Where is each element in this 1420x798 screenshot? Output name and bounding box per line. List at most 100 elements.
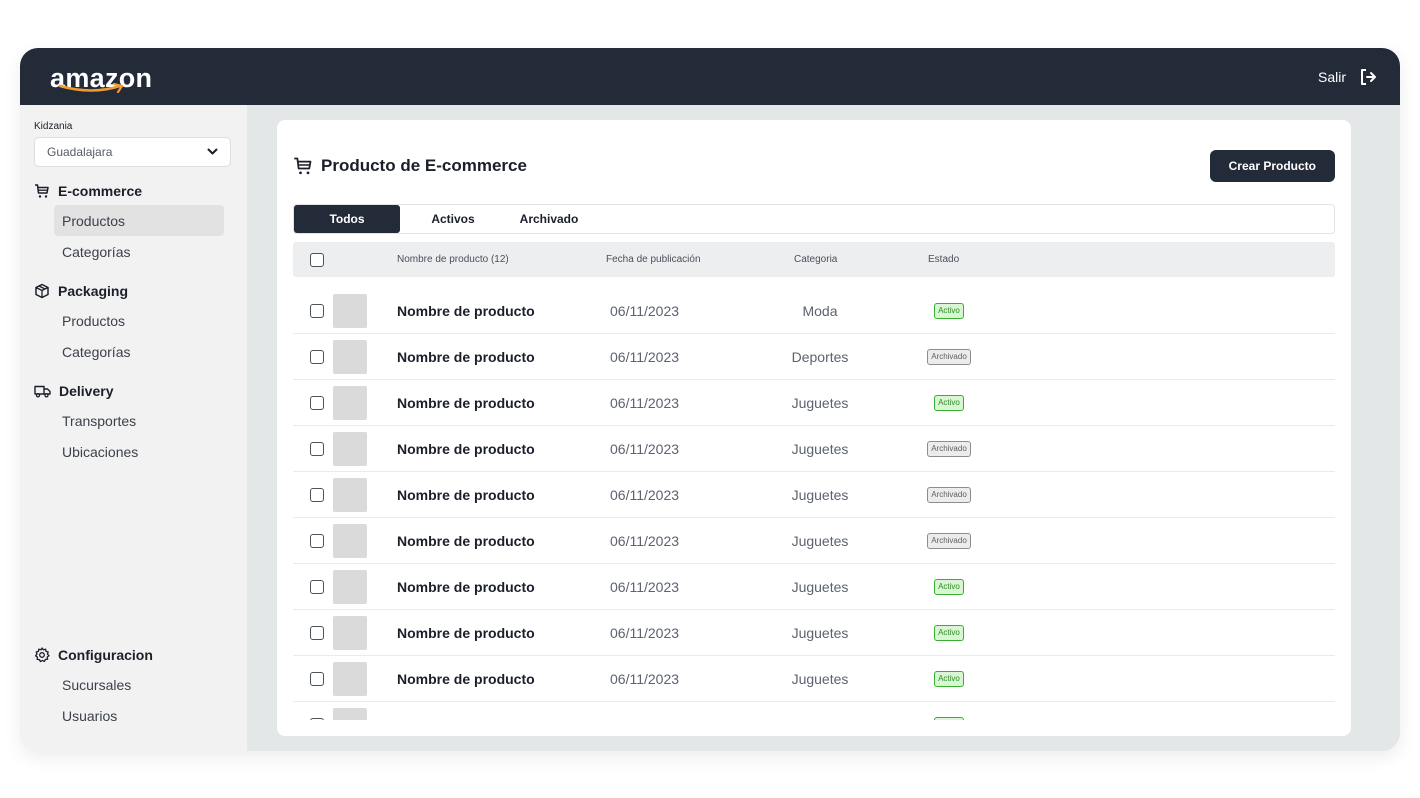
sidebar-item-usuarios[interactable]: Usuarios xyxy=(54,700,224,731)
row-checkbox[interactable] xyxy=(310,579,324,594)
row-checkbox[interactable] xyxy=(310,395,324,410)
table-row[interactable]: Nombre de producto 06/11/2023 Juguetes Arch… xyxy=(293,426,1335,472)
publish-date: 06/11/2023 xyxy=(610,532,680,549)
sidebar: Kidzania Guadalajara E-commerce Producto… xyxy=(20,105,247,751)
publish-date: 06/11/2023 xyxy=(610,302,680,319)
column-header-category[interactable]: Categoria xyxy=(794,242,837,277)
status-tabs: Todos Activos Archivado xyxy=(293,204,1335,234)
product-thumbnail xyxy=(333,477,367,512)
sidebar-heading-label: Packaging xyxy=(58,283,129,299)
sidebar-section-packaging: Packaging Productos Categorías xyxy=(34,277,232,367)
logout-icon xyxy=(1361,68,1376,85)
table-header: Nombre de producto (12) Fecha de publica… xyxy=(293,242,1335,277)
sidebar-heading-configuracion[interactable]: Configuracion xyxy=(34,641,224,669)
table-row[interactable]: Nombre de producto 06/11/2023 Juguetes Acti… xyxy=(293,380,1335,426)
sidebar-item-sucursales[interactable]: Sucursales xyxy=(54,669,224,700)
cart-icon xyxy=(294,157,312,175)
table-row[interactable]: Nombre de producto 06/11/2023 Juguetes Arch… xyxy=(293,472,1335,518)
box-icon xyxy=(35,283,49,299)
product-category: Juguetes xyxy=(791,486,849,503)
table-row[interactable]: Nombre de producto 06/11/2023 Juguetes Acti… xyxy=(293,656,1335,702)
column-header-status[interactable]: Estado xyxy=(928,242,959,277)
tab-archivado[interactable]: Archivado xyxy=(506,205,592,233)
card-header: Producto de E-commerce Crear Producto xyxy=(293,150,1335,182)
row-checkbox[interactable] xyxy=(310,625,324,640)
sidebar-heading-label: Delivery xyxy=(59,383,114,399)
sidebar-item-ecommerce-categorias[interactable]: Categorías xyxy=(54,236,224,267)
product-thumbnail xyxy=(333,431,367,466)
product-thumbnail xyxy=(333,707,367,720)
sidebar-item-packaging-categorias[interactable]: Categorías xyxy=(54,336,224,367)
row-checkbox[interactable] xyxy=(310,441,324,456)
branch-select[interactable]: Guadalajara xyxy=(34,137,231,167)
branch-select-value: Guadalajara xyxy=(47,145,113,159)
top-bar: amazon Salir xyxy=(20,48,1400,105)
table-row[interactable]: Nombre de producto 06/11/2023 Moda Activo xyxy=(293,288,1335,334)
product-name[interactable]: Nombre de producto xyxy=(397,564,535,609)
status-badge: Activo xyxy=(934,624,964,641)
product-name[interactable]: Nombre de producto xyxy=(397,380,535,425)
product-category: Juguetes xyxy=(791,440,849,457)
product-name[interactable]: Nombre de producto xyxy=(397,288,535,333)
chevron-down-icon xyxy=(207,148,218,155)
product-name[interactable]: Nombre de producto xyxy=(397,610,535,655)
row-checkbox[interactable] xyxy=(310,487,324,502)
product-category: Deportes xyxy=(791,348,849,365)
select-all-checkbox[interactable] xyxy=(310,252,324,267)
product-name[interactable]: Nombre de producto xyxy=(397,656,535,701)
product-thumbnail xyxy=(333,385,367,420)
status-badge: Archivado xyxy=(927,348,971,365)
smile-icon xyxy=(58,82,124,93)
sidebar-heading-delivery[interactable]: Delivery xyxy=(34,377,232,405)
page-title: Producto de E-commerce xyxy=(293,156,527,176)
column-header-date[interactable]: Fecha de publicación xyxy=(606,242,701,277)
row-checkbox[interactable] xyxy=(310,717,324,720)
amazon-logo[interactable]: amazon xyxy=(50,55,160,99)
row-checkbox[interactable] xyxy=(310,671,324,686)
sidebar-section-delivery: Delivery Transportes Ubicaciones xyxy=(34,377,232,467)
row-checkbox[interactable] xyxy=(310,349,324,364)
row-checkbox[interactable] xyxy=(310,533,324,548)
table-row[interactable]: Nombre de producto 06/11/2023 Deportes Arch… xyxy=(293,334,1335,380)
sidebar-section-configuracion: Configuracion Sucursales Usuarios xyxy=(34,641,224,731)
publish-date: 06/11/2023 xyxy=(610,440,680,457)
product-name[interactable]: Nombre de producto xyxy=(397,334,535,379)
status-badge: Activo xyxy=(934,670,964,687)
create-product-button[interactable]: Crear Producto xyxy=(1209,150,1335,182)
tab-activos[interactable]: Activos xyxy=(400,205,506,233)
table-row[interactable]: Nombre de producto 06/11/2023 Juguetes Acti… xyxy=(293,564,1335,610)
product-category: Juguetes xyxy=(791,394,849,411)
sidebar-item-ubicaciones[interactable]: Ubicaciones xyxy=(54,436,224,467)
publish-date: 06/11/2023 xyxy=(610,578,680,595)
product-category: Juguetes xyxy=(791,624,849,641)
publish-date: 06/11/2023 xyxy=(610,670,680,687)
sidebar-item-packaging-productos[interactable]: Productos xyxy=(54,305,224,336)
page-title-text: Producto de E-commerce xyxy=(321,156,527,175)
organization-label: Kidzania xyxy=(34,121,73,132)
publish-date: 06/11/2023 xyxy=(610,394,680,411)
product-thumbnail xyxy=(333,293,367,328)
sidebar-item-transportes[interactable]: Transportes xyxy=(54,405,224,436)
product-category: Juguetes xyxy=(791,532,849,549)
sidebar-item-ecommerce-productos[interactable]: Productos xyxy=(54,205,224,236)
truck-icon xyxy=(34,385,51,398)
table-row[interactable]: Nombre de producto 06/11/2023 Juguetes Acti… xyxy=(293,610,1335,656)
sidebar-heading-packaging[interactable]: Packaging xyxy=(34,277,232,305)
product-thumbnail xyxy=(333,661,367,696)
app-window: amazon Salir Kidzania Guadalajara E-comm… xyxy=(20,48,1400,751)
logout-button[interactable]: Salir xyxy=(1318,67,1378,87)
product-table-body: Nombre de producto 06/11/2023 Moda Activo No… xyxy=(293,288,1335,720)
product-thumbnail xyxy=(333,523,367,558)
table-row[interactable]: Nombre de producto 06/11/2023 Juguetes Arch… xyxy=(293,518,1335,564)
product-name[interactable]: Nombre de producto xyxy=(397,472,535,517)
publish-date: 06/11/2023 xyxy=(610,348,680,365)
product-name[interactable]: Nombre de producto xyxy=(397,518,535,563)
tab-todos[interactable]: Todos xyxy=(294,205,400,233)
table-row[interactable]: Activo xyxy=(293,702,1335,720)
product-thumbnail xyxy=(333,339,367,374)
sidebar-heading-ecommerce[interactable]: E-commerce xyxy=(34,177,232,205)
row-checkbox[interactable] xyxy=(310,303,324,318)
product-name[interactable]: Nombre de producto xyxy=(397,426,535,471)
column-header-name[interactable]: Nombre de producto (12) xyxy=(397,242,509,277)
cart-icon xyxy=(35,184,49,198)
